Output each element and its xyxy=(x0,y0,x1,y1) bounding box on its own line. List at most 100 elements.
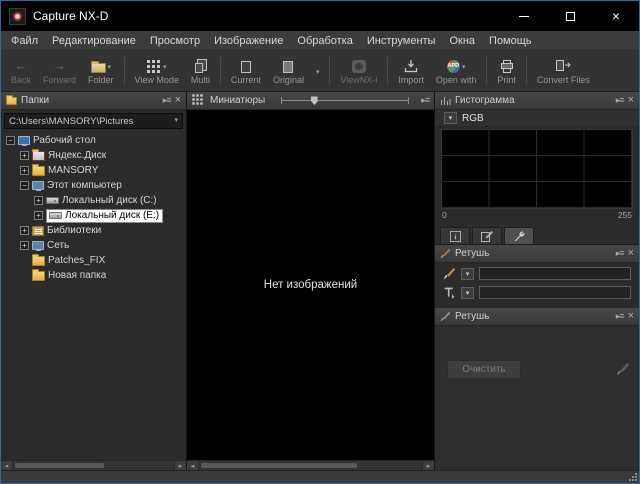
thumbnail-size-slider[interactable] xyxy=(281,97,409,104)
tree-item-libraries[interactable]: + Библиотеки xyxy=(1,223,186,238)
tab-edit[interactable] xyxy=(472,227,502,244)
panel-menu-icon[interactable]: ▸≡ xyxy=(421,95,429,106)
viewnx-button[interactable]: ViewNX-i xyxy=(334,56,383,87)
tab-info[interactable] xyxy=(440,227,470,244)
tree-item-label: Библиотеки xyxy=(47,225,101,236)
toolbar-separator xyxy=(486,57,487,85)
resize-grip-icon[interactable] xyxy=(628,472,637,481)
forward-button[interactable]: → Forward xyxy=(37,56,82,87)
menu-process[interactable]: Обработка xyxy=(290,33,359,49)
thumbnails-grid-icon xyxy=(192,94,194,96)
back-button[interactable]: ← Back xyxy=(5,56,37,87)
minimize-button[interactable] xyxy=(501,1,547,31)
apd-badge-label: APD xyxy=(448,63,460,69)
current-button[interactable]: Current xyxy=(225,56,267,87)
libraries-icon xyxy=(32,226,44,236)
tree-item-disk-e-selected[interactable]: + Локальный диск (E:) xyxy=(1,208,186,223)
compare-dropdown-button[interactable]: ▾ xyxy=(310,61,326,82)
computer-icon xyxy=(32,181,44,190)
tree-item-patches-fix[interactable]: Patches_FIX xyxy=(1,253,186,268)
viewnx-icon xyxy=(352,60,366,73)
tree-item-label: Новая папка xyxy=(48,270,106,281)
menu-tools[interactable]: Инструменты xyxy=(360,33,443,49)
panel-menu-icon[interactable]: ▸≡ xyxy=(616,311,624,322)
brush-value-field[interactable] xyxy=(479,267,631,280)
panel-close-icon[interactable]: × xyxy=(175,95,181,106)
folder-button[interactable]: ▾ Folder xyxy=(82,56,120,87)
expand-icon[interactable]: + xyxy=(20,151,29,160)
menu-edit[interactable]: Редактирование xyxy=(45,33,143,49)
expand-icon[interactable]: + xyxy=(20,241,29,250)
scroll-left-icon[interactable]: ◂ xyxy=(1,461,13,470)
maximize-button[interactable] xyxy=(547,1,593,31)
expand-icon[interactable]: + xyxy=(20,226,29,235)
tool-value-field[interactable] xyxy=(479,286,631,299)
expand-icon[interactable]: + xyxy=(20,166,29,175)
import-button[interactable]: Import xyxy=(392,56,430,87)
print-button[interactable]: Print xyxy=(491,56,522,87)
tree-item-new-folder[interactable]: Новая папка xyxy=(1,268,186,283)
folders-horizontal-scrollbar[interactable]: ◂ ▸ xyxy=(1,460,186,470)
expand-icon[interactable]: + xyxy=(34,196,43,205)
scroll-right-icon[interactable]: ▸ xyxy=(422,461,434,470)
scrollbar-track[interactable] xyxy=(13,461,174,470)
menu-file[interactable]: Файл xyxy=(4,33,45,49)
tool-option-dropdown[interactable]: ▾ xyxy=(461,287,474,299)
collapse-icon[interactable]: − xyxy=(6,136,15,145)
scroll-left-icon[interactable]: ◂ xyxy=(187,461,199,470)
edit-icon xyxy=(481,230,493,242)
selected-item-box[interactable]: Локальный диск (E:) xyxy=(46,209,163,223)
folder-path-bar[interactable]: C:\Users\MANSORY\Pictures ▾ xyxy=(4,113,183,129)
retouch-brush-icon[interactable] xyxy=(616,362,630,376)
open-with-button[interactable]: APD▾ Open with xyxy=(430,56,483,87)
dropdown-icon: ▾ xyxy=(163,63,167,73)
panel-close-icon[interactable]: × xyxy=(628,248,634,259)
scrollbar-track[interactable] xyxy=(199,461,422,470)
panel-close-icon[interactable]: × xyxy=(628,95,634,106)
menu-help[interactable]: Помощь xyxy=(482,33,539,49)
panel-close-icon[interactable]: × xyxy=(628,311,634,322)
multi-button[interactable]: Multi xyxy=(185,56,216,87)
close-button[interactable]: × xyxy=(593,1,639,31)
folder-path: C:\Users\MANSORY\Pictures xyxy=(9,116,133,127)
panel-menu-icon[interactable]: ▸≡ xyxy=(163,95,171,106)
view-mode-button[interactable]: ▾ View Mode xyxy=(129,56,185,87)
convert-files-label: Convert Files xyxy=(537,75,590,85)
tree-item-this-pc[interactable]: − Этот компьютер xyxy=(1,178,186,193)
tree-item-desktop[interactable]: − Рабочий стол xyxy=(1,133,186,148)
menu-windows[interactable]: Окна xyxy=(442,33,482,49)
menu-image[interactable]: Изображение xyxy=(207,33,290,49)
disk-icon xyxy=(49,212,62,219)
slider-track[interactable] xyxy=(282,100,408,101)
panel-menu-icon[interactable]: ▸≡ xyxy=(616,95,624,106)
tree-item-disk-c[interactable]: + Локальный диск (C:) xyxy=(1,193,186,208)
import-icon xyxy=(404,59,418,73)
close-icon: × xyxy=(612,9,620,23)
original-label: Original xyxy=(273,75,304,85)
tree-item-label: Локальный диск (C:) xyxy=(62,195,157,206)
brush-option-dropdown[interactable]: ▾ xyxy=(461,268,474,280)
scrollbar-thumb[interactable] xyxy=(15,463,104,468)
clear-button[interactable]: Очистить xyxy=(447,360,521,379)
channel-dropdown[interactable]: ▾ xyxy=(444,112,457,124)
view-mode-label: View Mode xyxy=(135,75,179,85)
convert-files-button[interactable]: Convert Files xyxy=(531,56,596,87)
expand-icon[interactable]: + xyxy=(34,211,43,220)
scroll-right-icon[interactable]: ▸ xyxy=(174,461,186,470)
tree-item-yandex-disk[interactable]: + Яндекс.Диск xyxy=(1,148,186,163)
tree-item-mansory[interactable]: + MANSORY xyxy=(1,163,186,178)
dropdown-icon: ▾ xyxy=(108,63,112,73)
tree-item-label: Сеть xyxy=(47,240,69,251)
menu-view[interactable]: Просмотр xyxy=(143,33,207,49)
info-icon xyxy=(450,231,461,242)
tab-retouch-tools[interactable] xyxy=(504,227,534,244)
thumbnails-horizontal-scrollbar[interactable]: ◂ ▸ xyxy=(187,460,434,470)
tree-item-network[interactable]: + Сеть xyxy=(1,238,186,253)
collapse-icon[interactable]: − xyxy=(20,181,29,190)
original-button[interactable]: Original xyxy=(267,56,310,87)
tree-item-label: Яндекс.Диск xyxy=(48,150,106,161)
slider-thumb[interactable] xyxy=(311,96,318,105)
scrollbar-thumb[interactable] xyxy=(201,463,357,468)
panel-menu-icon[interactable]: ▸≡ xyxy=(616,248,624,259)
thumbnails-panel-header: Миниатюры ▸≡ xyxy=(187,92,434,110)
